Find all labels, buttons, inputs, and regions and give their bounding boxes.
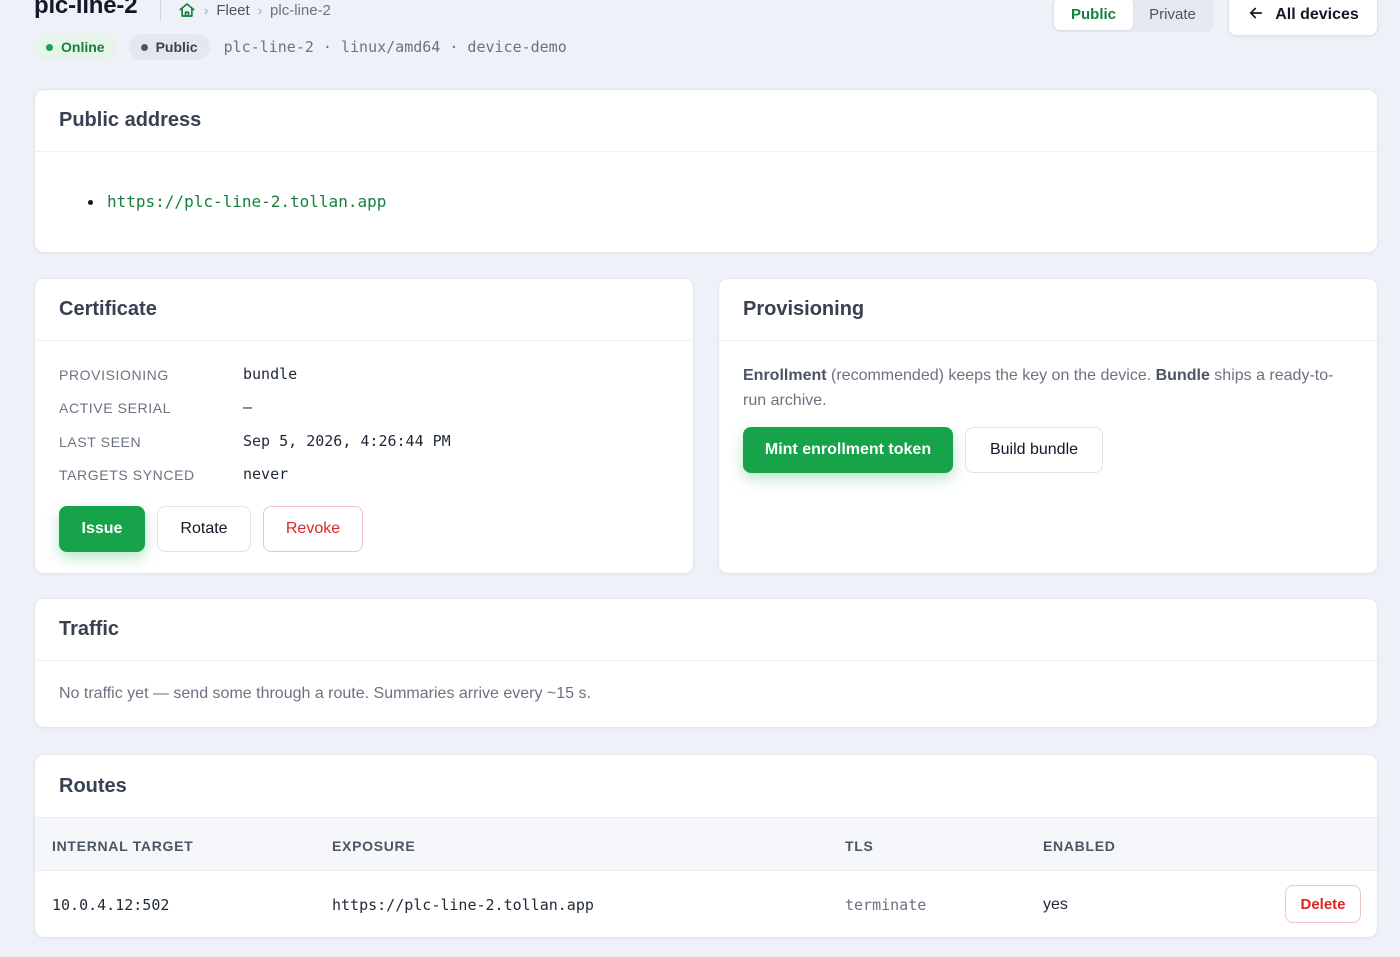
page-title: plc-line-2 [34, 0, 138, 19]
field-value: never [243, 464, 289, 483]
field-label: PROVISIONING [59, 367, 169, 383]
status-dot-icon [140, 43, 148, 51]
routes-card: Routes INTERNAL TARGET EXPOSURE TLS ENAB… [34, 754, 1378, 938]
column-header: TLS [845, 838, 874, 854]
provisioning-description: Enrollment (recommended) keeps the key o… [743, 367, 1334, 409]
certificate-fields: PROVISIONING bundle ACTIVE SERIAL — LAST… [59, 365, 669, 498]
provisioning-card: Provisioning Enrollment (recommended) ke… [718, 278, 1378, 574]
breadcrumb-fleet[interactable]: Fleet [216, 2, 249, 19]
field-row: PROVISIONING bundle [59, 365, 669, 398]
traffic-card: Traffic No traffic yet — send some throu… [34, 598, 1378, 728]
card-title: Public address [35, 90, 1377, 152]
toggle-public[interactable]: Public [1054, 0, 1133, 30]
card-title: Certificate [35, 279, 693, 341]
card-title: Routes [59, 774, 127, 797]
breadcrumb: › Fleet › plc-line-2 [178, 0, 331, 20]
arrow-left-icon [1247, 4, 1265, 27]
routes-table-header: INTERNAL TARGET EXPOSURE TLS ENABLED [35, 817, 1377, 871]
breadcrumb-current: plc-line-2 [270, 1, 331, 19]
bullet [88, 200, 93, 205]
field-row: TARGETS SYNCED never [59, 465, 669, 498]
visibility-toggle: Public Private [1052, 0, 1214, 32]
revoke-button[interactable]: Revoke [263, 506, 363, 553]
field-row: LAST SEEN Sep 5, 2026, 4:26:44 PM [59, 432, 669, 465]
rotate-button[interactable]: Rotate [157, 506, 251, 553]
field-label: TARGETS SYNCED [59, 466, 195, 483]
traffic-empty-message: No traffic yet — send some through a rou… [59, 685, 591, 702]
field-value: bundle [243, 365, 298, 383]
mint-enrollment-token-button[interactable]: Mint enrollment token [743, 427, 953, 473]
column-header: ENABLED [1043, 838, 1116, 854]
field-value: — [243, 398, 253, 417]
public-address-card: Public address https://plc-line-2.tollan… [34, 89, 1378, 253]
field-row: ACTIVE SERIAL — [59, 398, 669, 431]
certificate-card: Certificate PROVISIONING bundle ACTIVE S… [34, 278, 694, 574]
field-label: LAST SEEN [59, 433, 142, 450]
chevron-right-icon: › [204, 2, 209, 18]
route-tls: terminate [845, 896, 927, 914]
card-title: Provisioning [719, 279, 1377, 341]
home-icon[interactable] [178, 1, 196, 19]
build-bundle-button[interactable]: Build bundle [965, 427, 1103, 473]
title-divider [160, 0, 161, 20]
field-label: ACTIVE SERIAL [59, 400, 172, 417]
chevron-right-icon: › [257, 2, 263, 18]
certificate-actions: Issue Rotate Revoke [59, 506, 669, 553]
route-exposure-link[interactable]: https://plc-line-2.tollan.app [332, 896, 594, 914]
status-badge-public: Public [128, 34, 210, 60]
route-enabled: yes [1043, 896, 1068, 913]
column-header: INTERNAL TARGET [52, 838, 194, 854]
table-row: 10.0.4.12:502 https://plc-line-2.tollan.… [35, 871, 1377, 937]
issue-button[interactable]: Issue [59, 506, 145, 553]
route-target: 10.0.4.12:502 [52, 896, 170, 914]
toggle-private[interactable]: Private [1133, 0, 1212, 30]
delete-route-button[interactable]: Delete [1285, 885, 1361, 923]
device-meta-text: plc-line-2 · linux/amd64 · device-demo [223, 38, 567, 56]
provisioning-actions: Mint enrollment token Build bundle [743, 427, 1353, 473]
card-title: Traffic [35, 599, 1377, 661]
field-value: Sep 5, 2026, 4:26:44 PM [243, 431, 451, 450]
device-meta-row: Online Public plc-line-2 · linux/amd64 ·… [34, 34, 567, 60]
status-badge-online: Online [34, 34, 117, 60]
public-url-link[interactable]: https://plc-line-2.tollan.app [107, 192, 386, 211]
status-dot-icon [46, 43, 53, 51]
all-devices-button[interactable]: All devices [1228, 0, 1378, 36]
column-header: EXPOSURE [332, 838, 416, 854]
address-list: https://plc-line-2.tollan.app [35, 192, 1377, 212]
